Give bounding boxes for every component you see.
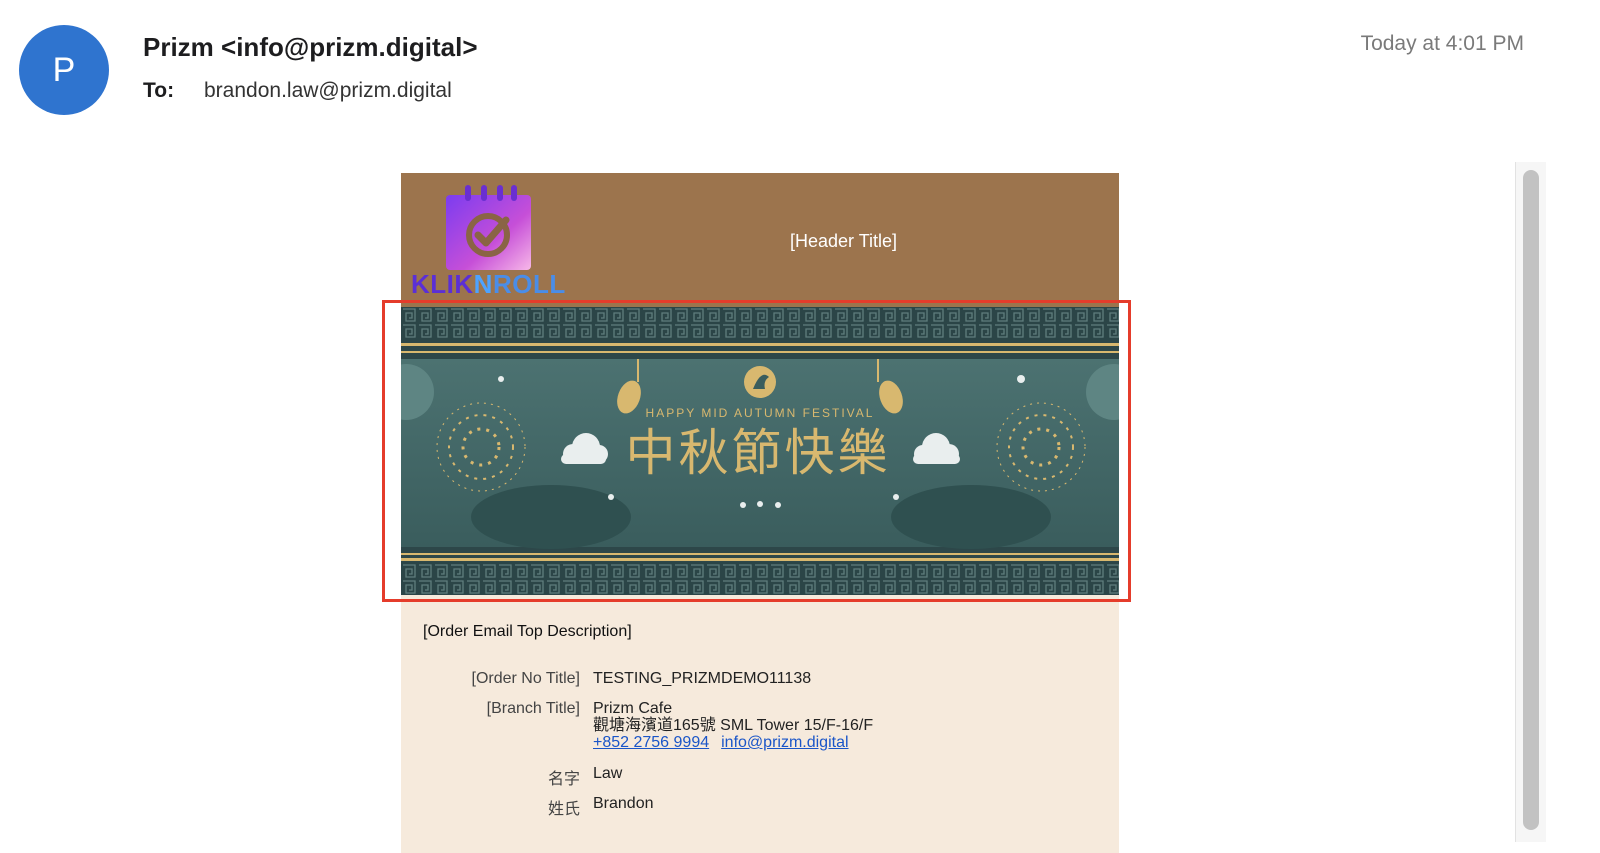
kliknroll-logo: KLIKNROLL xyxy=(411,185,566,300)
mid-autumn-banner: HAPPY MID AUTUMN FESTIVAL 中秋節快樂 xyxy=(401,307,1119,595)
last-name-label: 姓氏 xyxy=(547,801,580,818)
logo-wordmark: KLIKNROLL xyxy=(411,269,566,299)
last-name-value: Brandon xyxy=(593,795,654,812)
email-body: KLIKNROLL [Header Title] HAPPY MID AUTUM… xyxy=(401,173,1119,853)
branch-email-link[interactable]: info@prizm.digital xyxy=(721,734,848,751)
branch-address: 觀塘海濱道165號 SML Tower 15/F-16/F xyxy=(593,717,874,734)
recipient-address[interactable]: brandon.law@prizm.digital xyxy=(204,79,452,103)
email-header: KLIKNROLL [Header Title] xyxy=(401,173,1119,307)
branch-details: Prizm Cafe 觀塘海濱道165號 SML Tower 15/F-16/F… xyxy=(593,700,873,751)
branch-label: [Branch Title] xyxy=(486,700,580,717)
order-no-label: [Order No Title] xyxy=(471,670,580,687)
message-timestamp: Today at 4:01 PM xyxy=(1360,32,1524,55)
header-title: [Header Title] xyxy=(790,231,898,251)
order-no-value: TESTING_PRIZMDEMO11138 xyxy=(593,670,812,687)
first-name-value: Law xyxy=(593,765,623,782)
banner-subtitle: HAPPY MID AUTUMN FESTIVAL xyxy=(646,406,875,420)
vertical-scrollbar[interactable] xyxy=(1515,162,1546,842)
order-top-description: [Order Email Top Description] xyxy=(423,623,632,640)
banner-title: 中秋節快樂 xyxy=(626,424,891,482)
to-label: To: xyxy=(143,79,175,102)
scrollbar-thumb[interactable] xyxy=(1523,170,1539,830)
branch-name: Prizm Cafe xyxy=(593,700,673,717)
sender-avatar: P xyxy=(19,25,109,115)
sender-name[interactable]: Prizm <info@prizm.digital> xyxy=(143,32,478,63)
first-name-label: 名字 xyxy=(547,771,580,788)
branch-phone-link[interactable]: +852 2756 9994 xyxy=(593,734,709,751)
